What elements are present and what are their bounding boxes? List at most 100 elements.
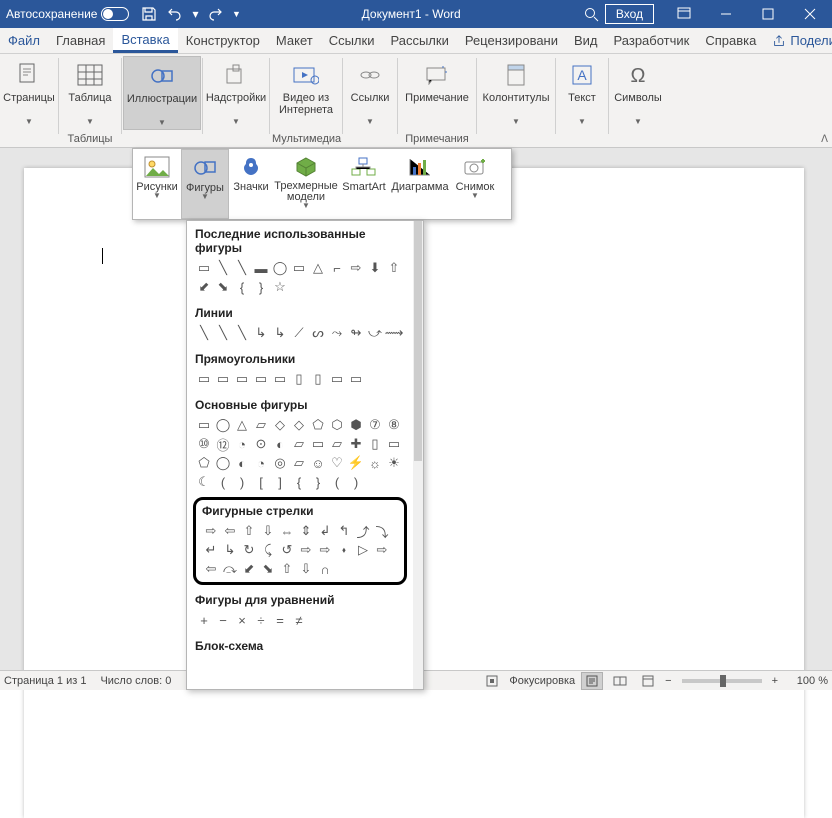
shape-basic-2[interactable]: △ [233,416,251,434]
shape-arrow-9[interactable]: ⤵ [373,522,391,540]
shape-arrow-16[interactable]: ⇨ [316,541,334,559]
shape-arrow-18[interactable]: ▷ [354,541,372,559]
maximize-icon[interactable] [748,0,788,28]
shape-basic-4[interactable]: ◇ [271,416,289,434]
shape-basic-23[interactable]: ◯ [214,454,232,472]
ribbon-display-options-icon[interactable] [664,0,704,28]
tab-help[interactable]: Справка [697,28,764,53]
shapes-button[interactable]: Фигуры ▼ [181,149,229,219]
shape-basic-37[interactable]: ] [271,473,289,491]
shape-recent-3[interactable]: ▬ [252,259,270,277]
shape-basic-17[interactable]: ▭ [309,435,327,453]
shape-line-8[interactable]: ↬ [347,324,365,342]
zoom-slider[interactable] [682,679,762,683]
shape-recent-1[interactable]: ╲ [214,259,232,277]
shape-basic-36[interactable]: [ [252,473,270,491]
shape-arrow-14[interactable]: ↺ [278,541,296,559]
shape-eq-2[interactable]: × [233,611,251,629]
autosave-toggle[interactable]: Автосохранение [6,7,129,21]
shape-rect-0[interactable]: ▭ [195,370,213,388]
shape-basic-18[interactable]: ▱ [328,435,346,453]
threed-models-button[interactable]: Трехмерные модели ▼ [273,149,339,219]
shape-arrow-4[interactable]: ⇔ [278,522,296,540]
minimize-icon[interactable] [706,0,746,28]
page-indicator[interactable]: Страница 1 из 1 [4,675,86,687]
shape-recent-4[interactable]: ◯ [271,259,289,277]
print-layout-view[interactable] [581,672,603,690]
shape-arrow-17[interactable]: ⬪ [335,541,353,559]
shape-line-2[interactable]: ╲ [233,324,251,342]
shape-line-10[interactable]: ⟿ [385,324,403,342]
shape-basic-32[interactable]: ☀ [385,454,403,472]
shape-recent-8[interactable]: ⇨ [347,259,365,277]
shape-basic-6[interactable]: ⬠ [309,416,327,434]
shape-basic-15[interactable]: ◐ [271,435,289,453]
addins-button[interactable]: Надстройки ▼ [206,56,266,128]
collapse-ribbon-icon[interactable]: ᐱ [821,134,828,145]
icons-button[interactable]: Значки [229,149,273,219]
search-icon[interactable] [579,2,603,26]
tab-mailings[interactable]: Рассылки [382,28,456,53]
zoom-out-button[interactable]: − [665,675,671,687]
shape-line-9[interactable]: ⤻ [366,324,384,342]
shape-arrow-20[interactable]: ⇦ [202,560,220,578]
shape-basic-8[interactable]: ⬢ [347,416,365,434]
shape-basic-1[interactable]: ◯ [214,416,232,434]
pictures-button[interactable]: Рисунки ▼ [133,149,181,219]
symbols-button[interactable]: Ω Символы ▼ [608,56,668,128]
shape-arrow-6[interactable]: ↲ [316,522,334,540]
shape-line-1[interactable]: ╲ [214,324,232,342]
shape-arrow-10[interactable]: ↵ [202,541,220,559]
tab-design[interactable]: Конструктор [178,28,268,53]
shape-rect-3[interactable]: ▭ [252,370,270,388]
shape-basic-21[interactable]: ▭ [385,435,403,453]
shape-eq-5[interactable]: ≠ [290,611,308,629]
shape-line-5[interactable]: ⟋ [290,324,308,342]
shape-arrow-26[interactable]: ∩ [316,560,334,578]
shape-arrow-13[interactable]: ⤹ [259,541,277,559]
shape-recent-10[interactable]: ⇧ [385,259,403,277]
shape-rect-1[interactable]: ▭ [214,370,232,388]
shape-rect-8[interactable]: ▭ [347,370,365,388]
save-icon[interactable] [137,2,161,26]
shape-rect-2[interactable]: ▭ [233,370,251,388]
tab-references[interactable]: Ссылки [321,28,383,53]
shape-rect-7[interactable]: ▭ [328,370,346,388]
shape-rect-5[interactable]: ▯ [290,370,308,388]
shape-arrow-19[interactable]: ⇨ [373,541,391,559]
shape-arrow-0[interactable]: ⇨ [202,522,220,540]
shape-basic-0[interactable]: ▭ [195,416,213,434]
pages-button[interactable]: Страницы ▼ [0,56,59,128]
shape-basic-40[interactable]: ( [328,473,346,491]
smartart-button[interactable]: SmartArt [339,149,389,219]
shape-arrow-2[interactable]: ⇧ [240,522,258,540]
qat-custom-dropdown[interactable]: ▼ [229,2,243,26]
shape-basic-28[interactable]: ☺ [309,454,327,472]
shape-recent-14[interactable]: } [252,278,270,296]
shape-eq-1[interactable]: − [214,611,232,629]
shape-eq-3[interactable]: ÷ [252,611,270,629]
zoom-percent[interactable]: 100 % [784,675,828,687]
qat-dropdown-icon[interactable]: ▾ [189,2,201,26]
tab-home[interactable]: Главная [48,28,113,53]
shape-line-3[interactable]: ↳ [252,324,270,342]
shape-basic-39[interactable]: } [309,473,327,491]
shape-basic-31[interactable]: ☼ [366,454,384,472]
zoom-in-button[interactable]: + [772,675,778,687]
shape-recent-5[interactable]: ▭ [290,259,308,277]
shape-basic-12[interactable]: ⑫ [214,435,232,453]
shape-recent-2[interactable]: ╲ [233,259,251,277]
shape-arrow-8[interactable]: ⤴ [354,522,372,540]
table-button[interactable]: Таблица ▼ [60,56,120,128]
undo-icon[interactable] [163,2,187,26]
shape-line-0[interactable]: ╲ [195,324,213,342]
focus-mode-button[interactable] [481,672,503,690]
web-layout-view[interactable] [637,672,659,690]
redo-icon[interactable] [203,2,227,26]
shape-line-4[interactable]: ↳ [271,324,289,342]
shape-basic-7[interactable]: ⬡ [328,416,346,434]
shape-recent-0[interactable]: ▭ [195,259,213,277]
shape-arrow-24[interactable]: ⇧ [278,560,296,578]
shape-basic-34[interactable]: ( [214,473,232,491]
tab-layout[interactable]: Макет [268,28,321,53]
